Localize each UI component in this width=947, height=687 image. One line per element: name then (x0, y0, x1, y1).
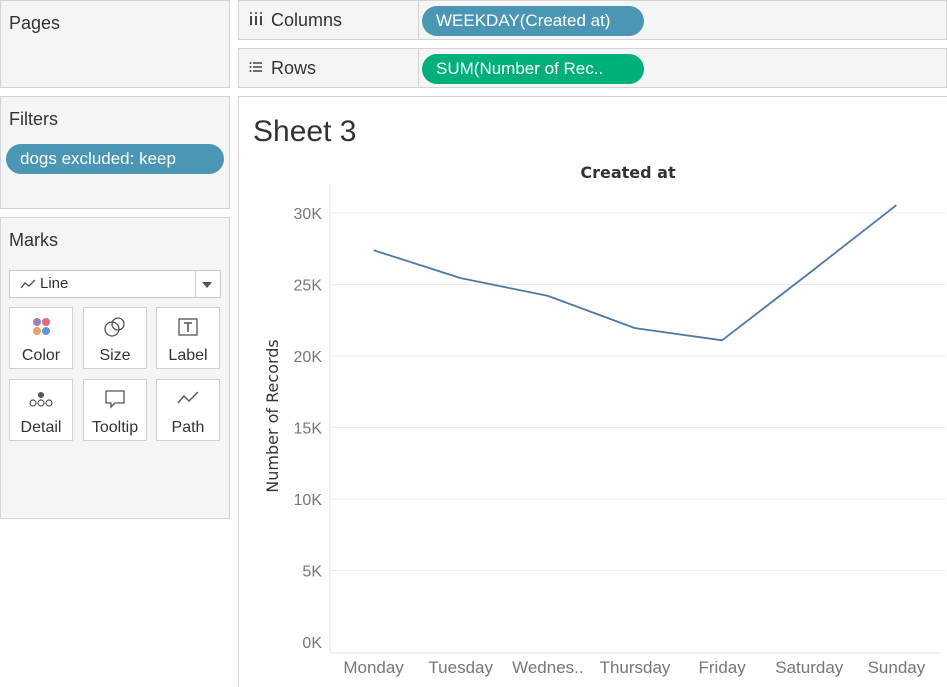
tooltip-label: Tooltip (91, 419, 139, 436)
path-button[interactable]: Path (156, 379, 220, 441)
tooltip-icon (84, 388, 146, 410)
x-tick-label: Tuesday (428, 658, 493, 677)
rows-pill[interactable]: SUM(Number of Rec.. (422, 54, 644, 84)
mark-type-label: Line (40, 275, 69, 292)
columns-icon (249, 10, 263, 31)
y-tick-label: 10K (294, 492, 323, 509)
rows-icon (249, 58, 263, 79)
columns-pill[interactable]: WEEKDAY(Created at) (422, 6, 644, 36)
path-label: Path (171, 419, 205, 436)
x-tick-label: Thursday (600, 658, 671, 677)
x-tick-label: Monday (343, 658, 404, 677)
detail-icon (10, 388, 72, 410)
chart-title: Created at (580, 163, 676, 182)
rows-shelf: Rows SUM(Number of Rec.. (238, 48, 947, 88)
sheet-view: Sheet 3 0K 5K 10K 15K 20K 25K 30K Monday Tuesday… (238, 96, 947, 687)
label-button[interactable]: Label (156, 307, 220, 369)
y-tick-label: 20K (294, 349, 323, 366)
color-label: Color (21, 347, 61, 364)
line-mark-icon (20, 271, 36, 306)
y-tick-label: 5K (302, 564, 322, 581)
line-chart: 0K 5K 10K 15K 20K 25K 30K Monday Tuesday Wednes..… (263, 163, 946, 677)
label-label: Label (168, 347, 208, 364)
shelf-divider (418, 1, 419, 39)
tooltip-button[interactable]: Tooltip (83, 379, 147, 441)
pages-panel: Pages (0, 0, 230, 88)
rows-label: Rows (271, 58, 317, 78)
color-button[interactable]: Color (9, 307, 73, 369)
filters-panel: Filters dogs excluded: keep (0, 96, 230, 209)
color-icon (10, 316, 72, 338)
label-icon (157, 316, 219, 338)
dropdown-divider (195, 271, 196, 297)
size-icon (84, 316, 146, 338)
detail-label: Detail (20, 419, 62, 436)
shelf-divider (418, 49, 419, 87)
x-tick-label: Saturday (775, 658, 844, 677)
series-line (373, 204, 897, 342)
y-tick-label: 30K (294, 206, 323, 223)
filter-pill[interactable]: dogs excluded: keep (6, 144, 224, 174)
marks-panel: Marks Line Color Size Label Detail Toolt… (0, 217, 230, 519)
y-tick-label: 0K (302, 635, 322, 652)
x-tick-label: Wednes.. (512, 658, 584, 677)
path-icon (157, 388, 219, 410)
mark-type-dropdown[interactable]: Line (9, 270, 221, 298)
chevron-down-icon[interactable] (202, 282, 212, 288)
pages-title: Pages (9, 13, 61, 33)
marks-title: Marks (9, 230, 58, 250)
detail-button[interactable]: Detail (9, 379, 73, 441)
filters-title: Filters (9, 109, 58, 129)
columns-shelf: Columns WEEKDAY(Created at) (238, 0, 947, 40)
y-tick-label: 15K (294, 421, 323, 438)
x-tick-label: Sunday (868, 658, 926, 677)
y-tick-label: 25K (294, 278, 323, 295)
size-button[interactable]: Size (83, 307, 147, 369)
size-label: Size (99, 347, 131, 364)
columns-label: Columns (271, 10, 343, 30)
x-tick-label: Friday (699, 658, 747, 677)
y-axis-label: Number of Records (263, 339, 282, 492)
